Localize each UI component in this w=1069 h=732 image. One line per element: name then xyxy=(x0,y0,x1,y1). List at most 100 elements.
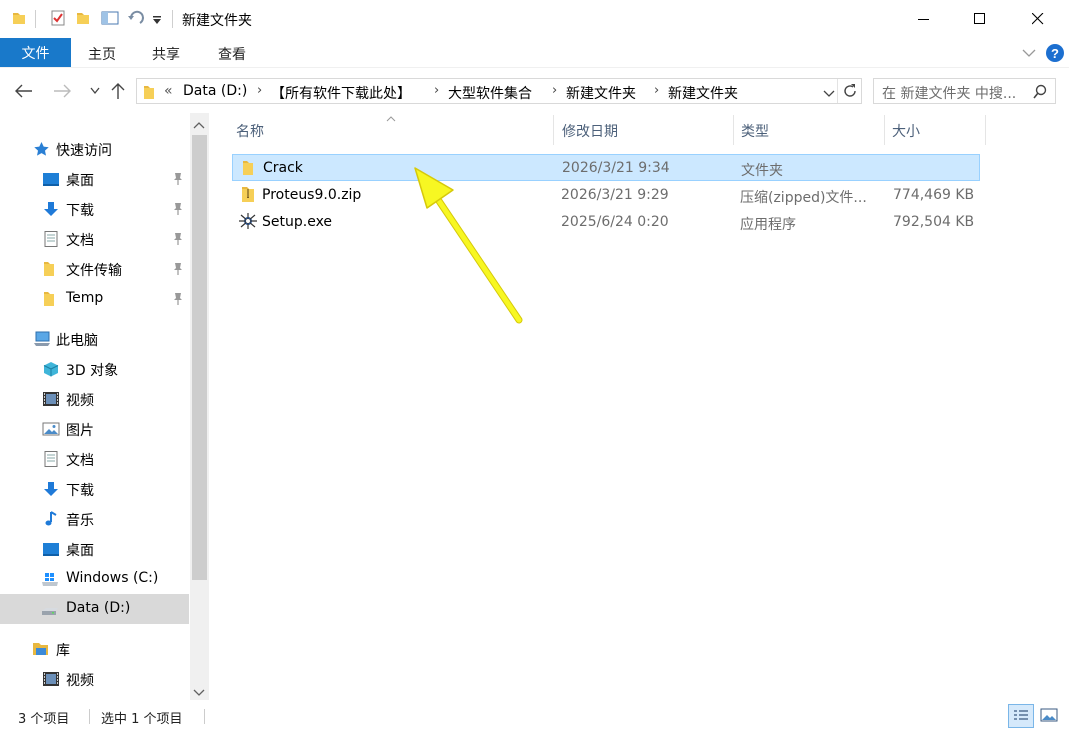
nav-drive-c[interactable]: Windows (C:) xyxy=(0,564,189,594)
address-history-icon[interactable] xyxy=(823,87,835,103)
nav-library[interactable]: 库 xyxy=(0,634,189,664)
folder-icon xyxy=(241,159,255,180)
breadcrumb-item[interactable]: 【所有软件下载此处】 xyxy=(271,83,411,103)
file-type: 压缩(zipped)文件... xyxy=(740,190,867,206)
close-button[interactable] xyxy=(1010,0,1066,38)
properties-icon[interactable] xyxy=(50,10,66,26)
tab-home[interactable]: 主页 xyxy=(88,44,116,64)
large-icons-view-button[interactable] xyxy=(1040,708,1058,726)
nav-this-pc[interactable]: 此电脑 xyxy=(0,324,189,354)
forward-button[interactable] xyxy=(52,80,72,102)
search-box[interactable]: 在 新建文件夹 中搜... xyxy=(873,78,1056,104)
breadcrumb-item[interactable]: 新建文件夹 xyxy=(668,83,738,103)
maximize-button[interactable] xyxy=(952,0,1008,38)
address-bar[interactable]: « Data (D:) › 【所有软件下载此处】 › 大型软件集合 › 新建文件… xyxy=(136,78,862,104)
folder-icon xyxy=(42,291,59,307)
file-name: Proteus9.0.zip xyxy=(262,187,362,203)
nav-3d-objects[interactable]: 3D 对象 xyxy=(0,354,189,384)
search-input[interactable]: 在 新建文件夹 中搜... xyxy=(882,83,1016,103)
column-divider[interactable] xyxy=(884,115,885,145)
column-header-type[interactable]: 类型 xyxy=(741,121,769,141)
breadcrumb-item[interactable]: 大型软件集合 xyxy=(448,83,532,103)
chevron-right-icon[interactable]: › xyxy=(257,83,262,98)
nav-drive-d[interactable]: Data (D:) xyxy=(0,594,189,624)
folder-icon xyxy=(11,10,27,26)
column-divider[interactable] xyxy=(985,115,986,145)
breadcrumb-item[interactable]: Data (D:) xyxy=(183,83,247,99)
nav-desktop[interactable]: 桌面 xyxy=(0,534,189,564)
up-button[interactable] xyxy=(108,80,128,102)
nav-label: 音乐 xyxy=(66,513,94,529)
nav-videos[interactable]: 视频 xyxy=(0,384,189,414)
music-icon xyxy=(42,511,59,527)
nav-downloads[interactable]: 下载 xyxy=(0,474,189,504)
file-date: 2026/3/21 9:34 xyxy=(562,160,670,176)
refresh-icon[interactable] xyxy=(842,83,858,103)
new-folder-icon[interactable] xyxy=(75,10,91,26)
column-divider[interactable] xyxy=(733,115,734,145)
pin-icon[interactable] xyxy=(172,292,184,306)
desktop-icon xyxy=(42,171,59,187)
download-icon xyxy=(42,201,59,217)
nav-label: 库 xyxy=(56,643,70,659)
pin-icon[interactable] xyxy=(172,232,184,246)
help-icon[interactable]: ? xyxy=(1045,43,1065,67)
file-size: 774,469 KB xyxy=(893,187,975,203)
chevron-right-icon[interactable]: › xyxy=(654,83,659,98)
pin-icon[interactable] xyxy=(172,262,184,276)
column-header-date[interactable]: 修改日期 xyxy=(562,121,618,141)
divider xyxy=(837,79,838,103)
scrollbar-thumb[interactable] xyxy=(192,135,207,580)
column-divider[interactable] xyxy=(553,115,554,145)
pin-icon[interactable] xyxy=(172,172,184,186)
selection-count: 选中 1 个项目 xyxy=(101,712,183,727)
nav-music[interactable]: 音乐 xyxy=(0,504,189,534)
column-header-name[interactable]: 名称 xyxy=(236,121,264,141)
nav-label: 文档 xyxy=(66,453,94,469)
nav-quick-access[interactable]: 快速访问 xyxy=(0,134,189,164)
library-icon xyxy=(32,641,49,657)
pin-icon[interactable] xyxy=(172,202,184,216)
nav-quick-desktop[interactable]: 桌面 xyxy=(0,164,189,194)
tab-view[interactable]: 查看 xyxy=(218,44,246,64)
nav-quick-temp[interactable]: Temp xyxy=(0,284,189,314)
pane-icon[interactable] xyxy=(101,10,119,26)
breadcrumb-item[interactable]: 新建文件夹 xyxy=(566,83,636,103)
nav-library-videos[interactable]: 视频 xyxy=(0,664,189,694)
search-icon[interactable] xyxy=(1032,84,1048,104)
chevron-right-icon[interactable]: › xyxy=(552,83,557,98)
tab-share[interactable]: 共享 xyxy=(152,44,180,64)
expand-ribbon-icon[interactable] xyxy=(1022,46,1036,62)
nav-label: 下载 xyxy=(66,483,94,499)
nav-label: 快速访问 xyxy=(56,143,112,159)
details-view-button[interactable] xyxy=(1008,704,1034,728)
file-row[interactable]: Crack 2026/3/21 9:34 文件夹 xyxy=(232,154,980,181)
breadcrumb-overflow[interactable]: « xyxy=(164,83,173,99)
tab-file[interactable]: 文件 xyxy=(0,38,71,67)
file-row[interactable]: Setup.exe 2025/6/24 0:20 应用程序 792,504 KB xyxy=(232,209,980,236)
scroll-up-icon[interactable] xyxy=(193,118,205,134)
nav-label: Windows (C:) xyxy=(66,570,159,586)
nav-quick-documents[interactable]: 文档 xyxy=(0,224,189,254)
nav-quick-transfer[interactable]: 文件传输 xyxy=(0,254,189,284)
file-date: 2026/3/21 9:29 xyxy=(561,187,669,203)
back-button[interactable] xyxy=(14,80,34,102)
nav-label: 视频 xyxy=(66,393,94,409)
nav-pictures[interactable]: 图片 xyxy=(0,414,189,444)
column-header-size[interactable]: 大小 xyxy=(892,121,920,141)
customize-toolbar-icon[interactable] xyxy=(152,13,168,29)
drive-icon xyxy=(40,601,58,617)
status-bar: 3 个项目 选中 1 个项目 xyxy=(0,700,1069,732)
recent-locations-button[interactable] xyxy=(85,80,105,102)
minimize-button[interactable] xyxy=(896,0,952,38)
nav-documents[interactable]: 文档 xyxy=(0,444,189,474)
file-row[interactable]: Proteus9.0.zip 2026/3/21 9:29 压缩(zipped)… xyxy=(232,182,980,209)
picture-icon xyxy=(42,421,60,437)
desktop-icon xyxy=(42,541,59,557)
nav-quick-downloads[interactable]: 下载 xyxy=(0,194,189,224)
undo-icon[interactable] xyxy=(127,10,144,26)
title-bar: 新建文件夹 xyxy=(0,0,1069,38)
annotation-arrow-icon xyxy=(414,167,523,324)
file-name: Setup.exe xyxy=(262,214,333,230)
chevron-right-icon[interactable]: › xyxy=(434,83,439,98)
